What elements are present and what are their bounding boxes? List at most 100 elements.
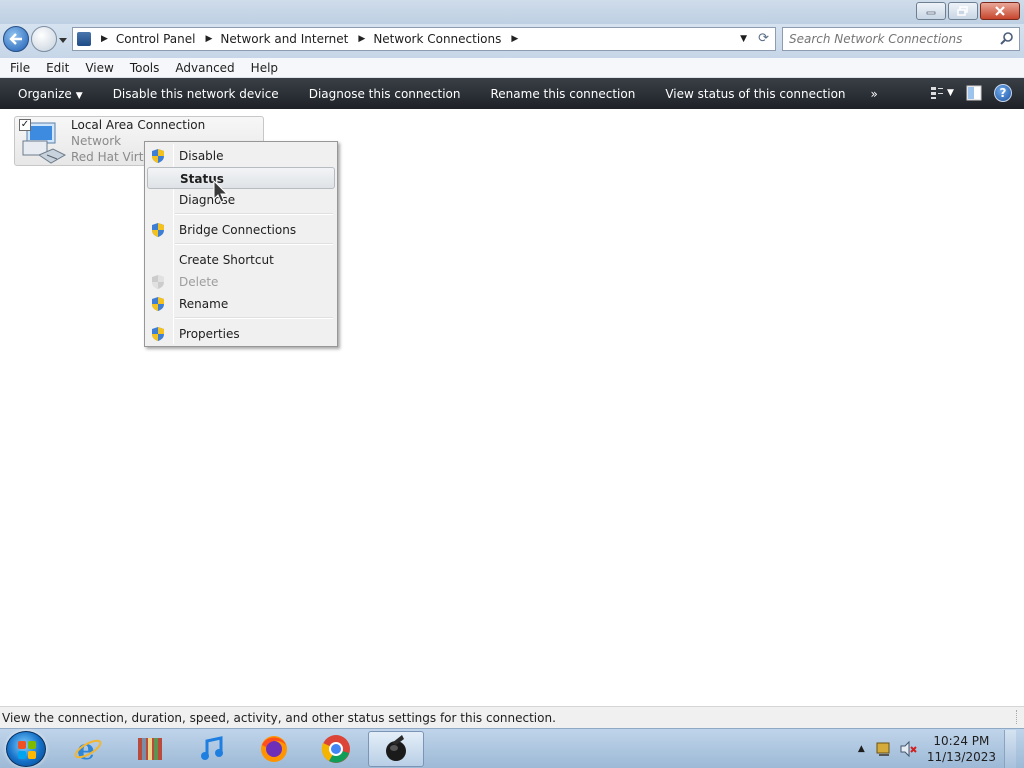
network-app-icon <box>386 735 406 761</box>
rename-connection-button[interactable]: Rename this connection <box>475 87 650 101</box>
menu-label: Delete <box>179 275 219 289</box>
chevron-right-icon[interactable]: ▶ <box>206 34 213 44</box>
restore-icon <box>957 6 968 16</box>
menu-item-status[interactable]: Status <box>147 167 335 189</box>
menu-item-create-shortcut[interactable]: Create Shortcut <box>147 249 335 271</box>
start-button[interactable] <box>6 731 46 767</box>
back-button[interactable] <box>3 26 29 52</box>
chrome-icon <box>321 735 350 763</box>
connection-network: Network <box>71 134 122 148</box>
address-dropdown-icon[interactable]: ▼ <box>740 34 747 44</box>
connection-name: Local Area Connection <box>71 118 206 132</box>
itunes-icon <box>201 736 223 760</box>
menu-item-rename[interactable]: Rename <box>147 293 335 315</box>
window-controls <box>916 2 1020 20</box>
context-menu: Disable Status Diagnose Bridge Connectio… <box>144 141 338 347</box>
organize-label: Organize <box>18 86 72 101</box>
refresh-icon[interactable]: ⟳ <box>758 31 769 46</box>
more-commands-button[interactable]: » <box>861 87 888 101</box>
command-bar: Organize ▼ Disable this network device Di… <box>0 78 1024 109</box>
menu-item-diagnose[interactable]: Diagnose <box>147 189 335 211</box>
back-arrow-icon <box>9 33 22 45</box>
taskbar-archive-manager[interactable] <box>122 731 178 767</box>
breadcrumb-network-and-internet[interactable]: Network and Internet <box>220 32 348 46</box>
menu-separator <box>175 243 333 245</box>
menu-label: Properties <box>179 327 240 341</box>
minimize-button[interactable] <box>916 2 946 20</box>
address-bar[interactable]: ▶ Control Panel ▶ Network and Internet ▶… <box>72 27 776 51</box>
view-dropdown-icon[interactable]: ▼ <box>947 88 954 98</box>
menu-bar: File Edit View Tools Advanced Help <box>0 58 1024 78</box>
minimize-icon <box>926 11 936 15</box>
chevron-right-icon[interactable]: ▶ <box>101 34 108 44</box>
resize-grip[interactable] <box>1016 710 1022 724</box>
command-bar-right: ▼ ? <box>930 84 1012 102</box>
status-bar: View the connection, duration, speed, ac… <box>0 706 1024 728</box>
taskbar-chrome[interactable] <box>308 731 364 767</box>
menu-view[interactable]: View <box>85 61 113 75</box>
checkbox-icon: ✓ <box>19 119 31 131</box>
breadcrumb-network-connections[interactable]: Network Connections <box>373 32 501 46</box>
archive-manager-icon <box>138 738 162 760</box>
uac-shield-icon <box>152 327 164 341</box>
menu-separator <box>175 317 333 319</box>
history-dropdown-icon[interactable] <box>59 36 67 44</box>
menu-label: Create Shortcut <box>179 253 274 267</box>
restore-button[interactable] <box>948 2 978 20</box>
menu-item-bridge-connections[interactable]: Bridge Connections <box>147 219 335 241</box>
view-status-button[interactable]: View status of this connection <box>650 87 860 101</box>
status-text: View the connection, duration, speed, ac… <box>2 711 556 725</box>
close-button[interactable] <box>980 2 1020 20</box>
close-icon <box>995 6 1005 16</box>
uac-shield-icon <box>152 297 164 311</box>
chevron-right-icon[interactable]: ▶ <box>358 34 365 44</box>
search-icon[interactable] <box>999 31 1015 47</box>
mouse-cursor-icon <box>213 180 229 203</box>
chevron-right-icon[interactable]: ▶ <box>511 34 518 44</box>
menu-separator <box>175 213 333 215</box>
help-icon[interactable]: ? <box>994 84 1012 102</box>
clock-date: 11/13/2023 <box>926 750 996 764</box>
clock-time: 10:24 PM <box>933 734 990 748</box>
show-desktop-button[interactable] <box>1004 730 1016 768</box>
menu-advanced[interactable]: Advanced <box>175 61 234 75</box>
menu-item-delete: Delete <box>147 271 335 293</box>
navigation-bar: ▶ Control Panel ▶ Network and Internet ▶… <box>0 24 1024 58</box>
uac-shield-icon <box>152 275 164 289</box>
uac-shield-icon <box>152 149 164 163</box>
menu-item-properties[interactable]: Properties <box>147 323 335 345</box>
menu-label: Disable <box>179 149 224 163</box>
clock[interactable]: 10:24 PM 11/13/2023 <box>927 733 996 765</box>
menu-label: Rename <box>179 297 229 311</box>
menu-label: Bridge Connections <box>179 223 297 237</box>
view-options-icon <box>931 87 943 99</box>
menu-item-disable[interactable]: Disable <box>147 145 335 167</box>
breadcrumb-control-panel[interactable]: Control Panel <box>116 32 196 46</box>
show-hidden-icons-icon[interactable]: ▲ <box>858 744 865 754</box>
internet-explorer-icon: e <box>74 734 102 764</box>
taskbar-internet-explorer[interactable]: e <box>60 731 116 767</box>
action-center-icon[interactable] <box>875 740 893 758</box>
chevron-down-icon: ▼ <box>75 90 83 101</box>
taskbar-itunes[interactable] <box>184 731 240 767</box>
organize-button[interactable]: Organize ▼ <box>0 87 98 101</box>
menu-help[interactable]: Help <box>251 61 278 75</box>
forward-button[interactable] <box>31 26 57 52</box>
uac-shield-icon <box>152 223 164 237</box>
menu-tools[interactable]: Tools <box>130 61 160 75</box>
volume-muted-icon[interactable] <box>899 740 917 758</box>
preview-pane-icon[interactable] <box>966 85 982 101</box>
taskbar: e ▲ 10:24 PM 11/13/2023 <box>0 728 1024 768</box>
diagnose-connection-button[interactable]: Diagnose this connection <box>294 87 476 101</box>
search-input[interactable] <box>789 32 999 46</box>
firefox-icon <box>261 736 287 762</box>
taskbar-firefox[interactable] <box>246 731 302 767</box>
disable-device-button[interactable]: Disable this network device <box>98 87 294 101</box>
menu-edit[interactable]: Edit <box>46 61 69 75</box>
taskbar-network-connections[interactable] <box>368 731 424 767</box>
menu-file[interactable]: File <box>10 61 30 75</box>
change-view-button[interactable]: ▼ <box>930 84 954 102</box>
search-box[interactable] <box>782 27 1020 51</box>
title-bar <box>0 0 1024 24</box>
control-panel-icon <box>77 32 91 46</box>
